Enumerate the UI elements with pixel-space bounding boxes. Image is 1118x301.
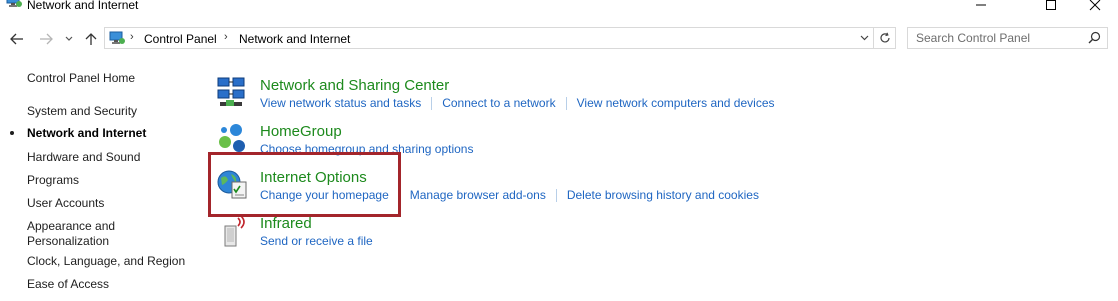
sidebar-item-network-and-internet[interactable]: Network and Internet xyxy=(27,126,146,141)
active-indicator xyxy=(10,131,14,135)
network-folder-icon xyxy=(109,31,125,45)
sidebar-item-user-accounts[interactable]: User Accounts xyxy=(27,196,104,211)
refresh-button[interactable] xyxy=(874,27,896,49)
minimize-icon xyxy=(976,4,986,6)
refresh-icon xyxy=(879,32,890,43)
search-icon[interactable] xyxy=(1088,31,1101,49)
link-send-receive-file[interactable]: Send or receive a file xyxy=(260,234,373,248)
close-button[interactable] xyxy=(1072,0,1118,16)
infrared-title[interactable]: Infrared xyxy=(260,215,312,232)
address-dropdown-button[interactable] xyxy=(855,28,873,48)
breadcrumb-separator-icon[interactable]: › xyxy=(224,31,228,43)
up-button[interactable] xyxy=(82,30,100,48)
breadcrumb-control-panel[interactable]: Control Panel xyxy=(144,32,217,46)
chevron-down-icon xyxy=(860,35,868,41)
close-icon xyxy=(1089,0,1101,11)
back-arrow-icon xyxy=(10,33,23,45)
internet-options-links: Change your homepage Manage browser add-… xyxy=(260,188,759,202)
search-box[interactable] xyxy=(907,27,1108,49)
link-homegroup-sharing-options[interactable]: Choose homegroup and sharing options xyxy=(260,142,473,156)
sidebar-item-control-panel-home[interactable]: Control Panel Home xyxy=(27,71,135,86)
forward-arrow-icon xyxy=(40,33,53,45)
back-button[interactable] xyxy=(8,30,26,48)
sidebar-item-appearance-and-personalization[interactable]: Appearance and Personalization xyxy=(27,219,137,249)
link-divider xyxy=(555,188,557,202)
link-view-network-computers[interactable]: View network computers and devices xyxy=(577,96,775,110)
sidebar-item-clock-language-region[interactable]: Clock, Language, and Region xyxy=(27,254,185,269)
breadcrumb-network-and-internet[interactable]: Network and Internet xyxy=(239,32,350,46)
minimize-button[interactable] xyxy=(958,0,1004,16)
navigation-bar: › Control Panel › Network and Internet xyxy=(0,26,1118,52)
forward-button[interactable] xyxy=(37,30,55,48)
maximize-button[interactable] xyxy=(1028,0,1074,16)
network-and-sharing-center-links: View network status and tasks Connect to… xyxy=(260,96,775,110)
infrared-icon xyxy=(216,215,250,250)
homegroup-icon xyxy=(216,122,250,156)
internet-options-title[interactable]: Internet Options xyxy=(260,169,367,186)
network-folder-icon xyxy=(6,0,22,8)
link-change-homepage[interactable]: Change your homepage xyxy=(260,188,389,202)
link-divider xyxy=(431,96,433,110)
link-connect-to-network[interactable]: Connect to a network xyxy=(442,96,555,110)
chevron-down-icon xyxy=(65,36,73,41)
link-divider xyxy=(565,96,567,110)
sidebar-item-ease-of-access[interactable]: Ease of Access xyxy=(27,277,109,292)
link-delete-browsing-history[interactable]: Delete browsing history and cookies xyxy=(567,188,759,202)
title-bar: Network and Internet xyxy=(0,0,1118,22)
network-sharing-icon xyxy=(216,76,250,110)
window-title: Network and Internet xyxy=(27,0,139,12)
link-manage-browser-addons[interactable]: Manage browser add-ons xyxy=(410,188,546,202)
link-divider xyxy=(398,188,400,202)
internet-options-icon xyxy=(216,168,250,202)
up-arrow-icon xyxy=(85,33,97,45)
sidebar-item-system-and-security[interactable]: System and Security xyxy=(27,104,137,119)
homegroup-links: Choose homegroup and sharing options xyxy=(260,142,473,156)
maximize-icon xyxy=(1046,0,1056,10)
infrared-links: Send or receive a file xyxy=(260,234,373,248)
network-and-sharing-center-title[interactable]: Network and Sharing Center xyxy=(260,77,449,94)
sidebar-item-hardware-and-sound[interactable]: Hardware and Sound xyxy=(27,150,140,165)
breadcrumb-separator-icon[interactable]: › xyxy=(130,31,134,43)
address-bar[interactable]: › Control Panel › Network and Internet xyxy=(104,27,874,49)
recent-locations-button[interactable] xyxy=(63,30,75,48)
search-input[interactable] xyxy=(908,28,1086,48)
sidebar-item-programs[interactable]: Programs xyxy=(27,173,79,188)
link-view-network-status[interactable]: View network status and tasks xyxy=(260,96,421,110)
homegroup-title[interactable]: HomeGroup xyxy=(260,123,342,140)
